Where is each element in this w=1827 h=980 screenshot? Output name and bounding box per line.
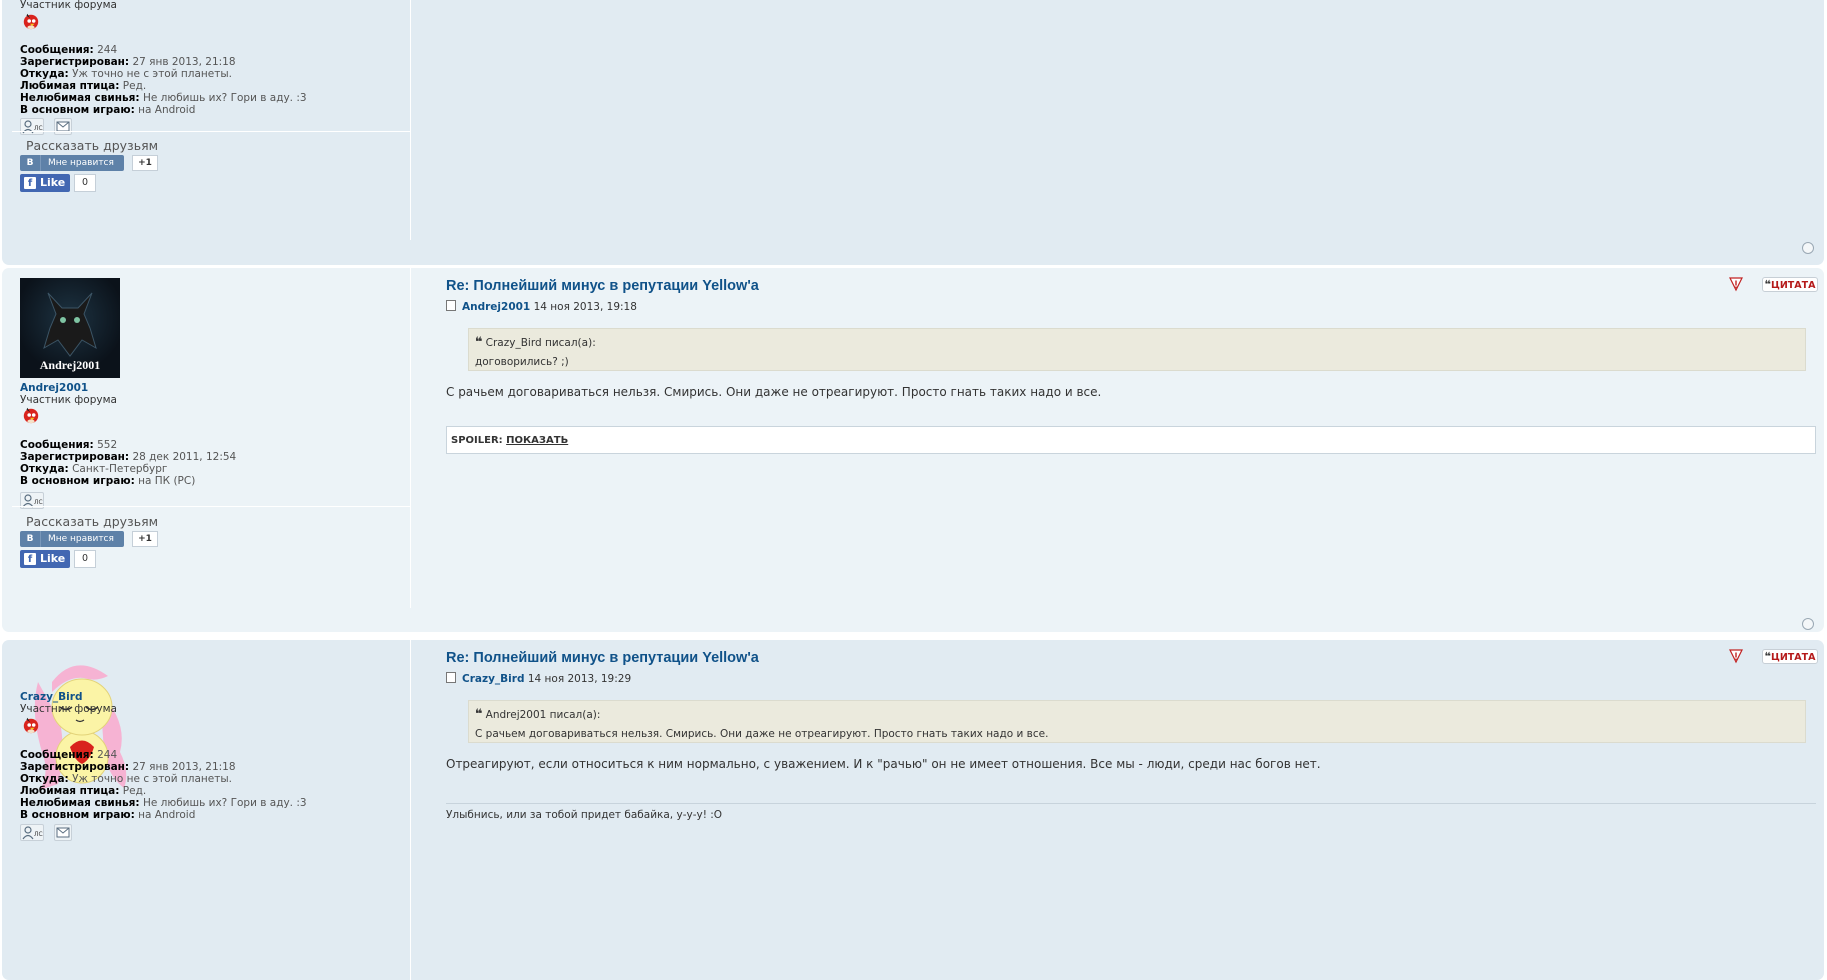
back-to-top-icon[interactable]: [1802, 242, 1814, 254]
post-date: 14 ноя 2013, 19:29: [527, 673, 632, 685]
rank-bird-icon: [23, 407, 39, 424]
svg-text:ЛС: ЛС: [34, 831, 43, 838]
detail-row: Любимая птица: Ред.: [20, 785, 147, 797]
fb-like-button[interactable]: f Like: [20, 174, 70, 192]
detail-row: Нелюбимая свинья: Не любишь их? Гори в а…: [20, 92, 307, 104]
fb-like-button[interactable]: f Like: [20, 550, 70, 568]
author-rank: Участник форума: [20, 0, 117, 11]
quote-mark-icon: ❝: [475, 335, 483, 350]
author-rank: Участник форума: [20, 703, 117, 715]
quote-cite: ❝ Andrej2001 писал(а):: [475, 707, 601, 722]
back-to-top-icon[interactable]: [1802, 618, 1814, 630]
vk-like-button[interactable]: В Мне нравится: [20, 531, 124, 547]
post-title[interactable]: Re: Полнейший минус в репутации Yellow'a: [446, 650, 759, 666]
post-meta: Andrej2001 14 ноя 2013, 19:18: [446, 300, 637, 313]
email-button[interactable]: [54, 824, 72, 841]
post-title[interactable]: Re: Полнейший минус в репутации Yellow'a: [446, 278, 759, 294]
divider: [12, 131, 410, 132]
post-text: С рачьем договариваться нельзя. Смирись.…: [446, 385, 1102, 399]
author-details: Сообщения: 552 Зарегистрирован: 28 дек 2…: [20, 439, 236, 487]
spoiler-show-link[interactable]: ПОКАЗАТЬ: [506, 435, 568, 446]
email-button[interactable]: [54, 118, 72, 135]
detail-row: Откуда: Санкт-Петербург: [20, 463, 168, 475]
detail-row: Откуда: Уж точно не с этой планеты.: [20, 773, 232, 785]
detail-row: Откуда: Уж точно не с этой планеты.: [20, 68, 232, 80]
fb-like-count: 0: [74, 174, 96, 192]
facebook-icon: f: [24, 177, 36, 189]
pm-button[interactable]: ЛС: [20, 824, 44, 841]
post-document-icon[interactable]: [446, 672, 456, 683]
avatar: Andrej2001: [20, 278, 120, 378]
author-rank: Участник форума: [20, 394, 117, 406]
quote-block: ❝ Crazy_Bird писал(а): договорились? ;): [468, 328, 1806, 371]
signature-text: Улыбнись, или за тобой придет бабайка, у…: [446, 809, 723, 821]
share-title: Рассказать друзьям: [26, 138, 159, 153]
detail-row: Зарегистрирован: 28 дек 2011, 12:54: [20, 451, 237, 463]
detail-row: Любимая птица: Ред.: [20, 80, 147, 92]
divider: [12, 506, 410, 507]
report-warning-icon[interactable]: [1728, 648, 1744, 664]
post-2: Andrej2001 Andrej2001 Участник форума Со…: [2, 268, 1824, 632]
detail-row: Сообщения: 244: [20, 749, 118, 761]
detail-row: Нелюбимая свинья: Не любишь их? Гори в а…: [20, 797, 307, 809]
post-author-link[interactable]: Crazy_Bird: [462, 673, 524, 685]
facebook-icon: f: [24, 553, 36, 565]
post-3: Crazy_Bird Участник форума Сообщения: 24…: [2, 640, 1824, 980]
rank-bird-icon: [23, 717, 39, 734]
post-document-icon[interactable]: [446, 300, 456, 311]
quote-text: С рачьем договариваться нельзя. Смирись.…: [475, 728, 1049, 740]
signature-divider: [446, 803, 1816, 804]
report-warning-icon[interactable]: [1728, 276, 1744, 292]
quote-button[interactable]: ❝ЦИТАТА: [1762, 277, 1818, 292]
quote-button[interactable]: ❝ЦИТАТА: [1762, 649, 1818, 664]
share-title: Рассказать друзьям: [26, 514, 159, 529]
pm-button[interactable]: ЛС: [20, 118, 44, 135]
rank-bird-icon: [23, 13, 39, 30]
author-name[interactable]: Crazy_Bird: [20, 691, 82, 703]
post-text: Отреагируют, если относиться к ним норма…: [446, 757, 1321, 771]
vk-like-count: +1: [132, 531, 158, 547]
spoiler-label: SPOILER:: [451, 435, 503, 446]
spoiler-box: SPOILER: ПОКАЗАТЬ: [446, 426, 1816, 454]
author-name[interactable]: Andrej2001: [20, 382, 88, 394]
quote-text: договорились? ;): [475, 356, 569, 368]
fb-like-count: 0: [74, 550, 96, 568]
quote-cite: ❝ Crazy_Bird писал(а):: [475, 335, 596, 350]
svg-text:ЛС: ЛС: [34, 499, 43, 506]
vk-like-count: +1: [132, 155, 158, 171]
vk-like-button[interactable]: В Мне нравится: [20, 155, 124, 171]
vk-icon: В: [20, 531, 41, 547]
detail-row: Сообщения: 552: [20, 439, 118, 451]
detail-row: Зарегистрирован: 27 янв 2013, 21:18: [20, 761, 236, 773]
post-meta: Crazy_Bird 14 ноя 2013, 19:29: [446, 672, 631, 685]
post-date: 14 ноя 2013, 19:18: [533, 301, 637, 313]
detail-row: В основном играю: на ПК (PC): [20, 475, 196, 487]
post-1: Участник форума Сообщения: 244 Зарегистр…: [2, 0, 1824, 265]
envelope-icon: [56, 827, 70, 838]
author-details: Сообщения: 244 Зарегистрирован: 27 янв 2…: [20, 749, 307, 821]
vk-icon: В: [20, 155, 41, 171]
post-author-link[interactable]: Andrej2001: [462, 301, 530, 313]
detail-row: Сообщения: 244: [20, 44, 118, 56]
quote-block: ❝ Andrej2001 писал(а): С рачьем договарив…: [468, 700, 1806, 743]
detail-row: В основном играю: на Android: [20, 809, 196, 821]
detail-row: Зарегистрирован: 27 янв 2013, 21:18: [20, 56, 236, 68]
detail-row: В основном играю: на Android: [20, 104, 196, 116]
quote-mark-icon: ❝: [475, 707, 483, 722]
user-icon: ЛС: [22, 826, 43, 840]
author-details: Сообщения: 244 Зарегистрирован: 27 янв 2…: [20, 44, 307, 116]
avatar-name: Andrej2001: [39, 358, 101, 372]
